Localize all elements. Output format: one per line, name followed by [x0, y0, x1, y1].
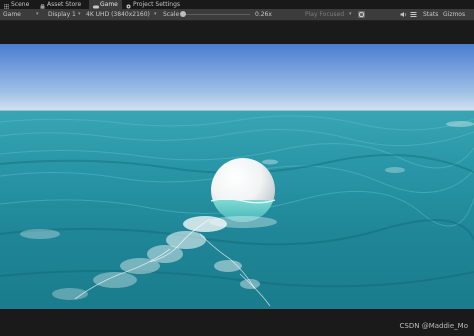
store-icon — [40, 3, 45, 9]
ocean-scene-render — [0, 44, 474, 309]
tab-asset-store[interactable]: Asset Store — [40, 0, 81, 9]
gizmos-button[interactable]: Gizmos — [443, 9, 465, 20]
tab-project-settings[interactable]: Project Settings — [126, 0, 180, 9]
scale-label: Scale — [163, 11, 180, 18]
menu-icon[interactable] — [410, 11, 417, 18]
tab-label: Project Settings — [133, 1, 181, 8]
stats-button[interactable]: Stats — [423, 9, 438, 20]
chevron-down-icon: ▾ — [349, 11, 352, 17]
mute-audio-icon[interactable] — [358, 11, 365, 18]
scale-value: 0.26x — [255, 11, 272, 18]
tab-scene[interactable]: Scene — [3, 0, 30, 9]
game-viewport[interactable] — [0, 44, 474, 309]
display-dropdown[interactable]: Display 1 — [48, 9, 76, 20]
grid-icon — [3, 3, 10, 9]
tab-label: Asset Store — [47, 1, 82, 8]
speaker-icon[interactable] — [400, 11, 407, 18]
sky — [0, 44, 474, 111]
chevron-down-icon: ▾ — [78, 11, 81, 17]
watermark: CSDN @Maddie_Mo — [399, 322, 468, 330]
editor-tab-bar: Scene Asset Store Game Project Settings — [0, 0, 474, 9]
play-mode-dropdown[interactable]: Play Focused — [305, 9, 344, 20]
gear-icon — [126, 3, 131, 8]
tab-label: Scene — [11, 1, 30, 8]
tab-label: Game — [100, 1, 118, 8]
chevron-down-icon: ▾ — [154, 11, 157, 17]
scale-slider-track[interactable] — [184, 14, 250, 15]
game-mode-dropdown[interactable]: Game — [3, 9, 21, 20]
gamepad-icon — [93, 3, 99, 8]
chevron-down-icon: ▾ — [36, 11, 39, 17]
game-toolbar: Game ▾ Display 1 ▾ 4K UHD (3840x2160) ▾ … — [0, 9, 474, 21]
scale-slider-handle[interactable] — [180, 11, 186, 17]
tab-game[interactable]: Game — [89, 0, 122, 9]
resolution-dropdown[interactable]: 4K UHD (3840x2160) — [86, 9, 150, 20]
